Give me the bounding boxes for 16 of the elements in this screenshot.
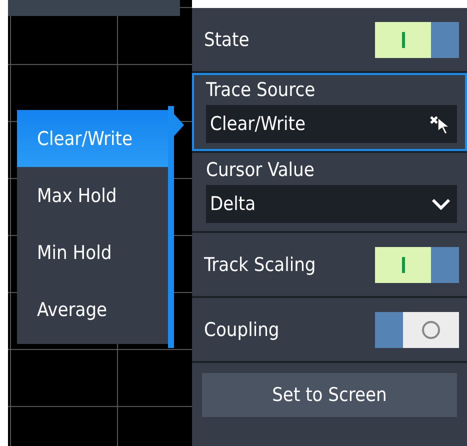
setting-label: State [204,28,250,50]
dropdown-field[interactable]: Clear/Write [206,105,457,143]
chevron-down-icon [431,197,451,211]
setting-label: Cursor Value [206,159,316,181]
setting-label: Trace Source [206,79,316,101]
dropdown-field[interactable]: Delta [206,185,457,223]
toggle-switch[interactable] [375,312,459,348]
setting-label: Track Scaling [204,254,316,276]
set-to-screen-button[interactable]: Set to Screen [202,373,457,417]
menu-item[interactable]: Min Hold [17,224,168,281]
menu-item[interactable]: Max Hold [17,167,168,224]
toggle-switch[interactable] [375,22,459,58]
cursor-icon [429,114,451,134]
setting-label: Coupling [204,318,280,340]
toggle-switch[interactable] [375,246,459,282]
menu-item[interactable]: Average [17,281,168,338]
